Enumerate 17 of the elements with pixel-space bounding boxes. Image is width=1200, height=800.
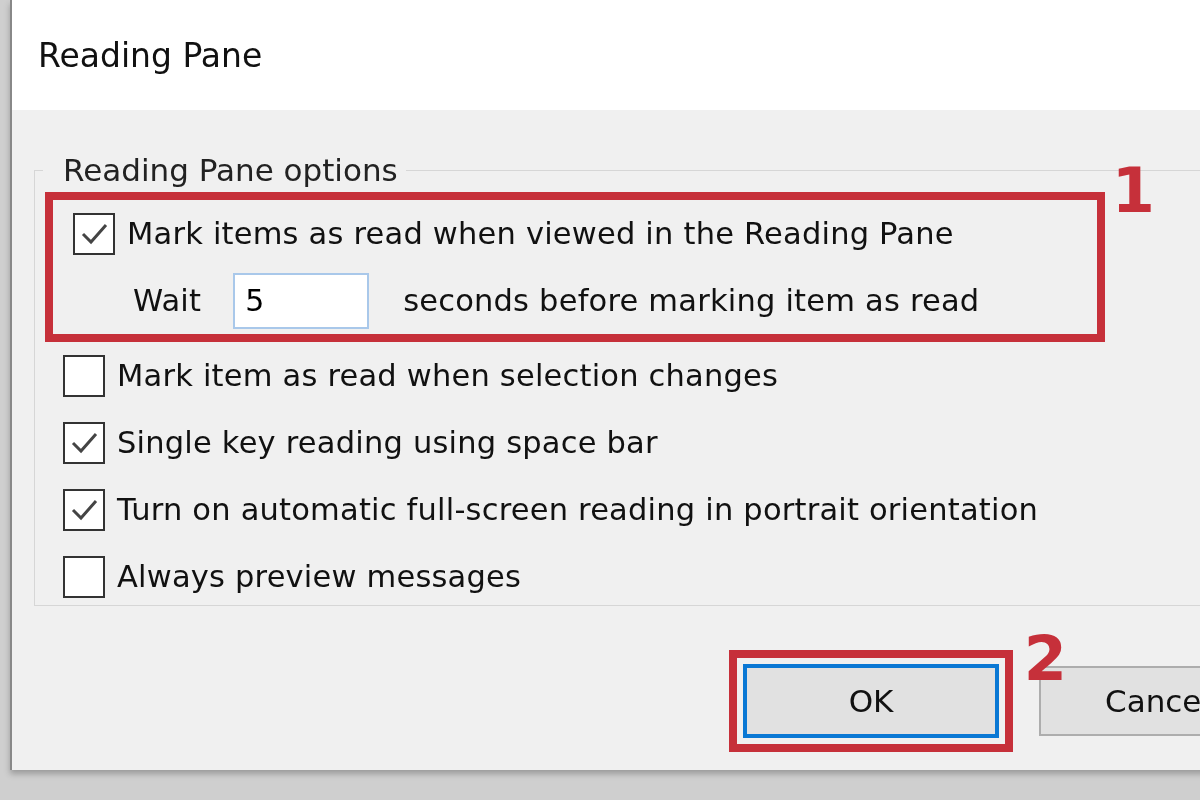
checkbox[interactable] [63,421,105,464]
option-label: Single key reading using space bar [117,425,658,460]
seconds-field[interactable]: 5 [233,272,370,329]
step-number: 1 [1111,160,1155,222]
ok-button[interactable]: OK [743,664,999,738]
seconds-label: seconds before marking item as read [403,283,980,318]
window-title: Reading Pane [38,35,263,75]
group-title: Reading Pane options [62,152,399,188]
option-label: Mark items as read when viewed in the Reading Pane [127,216,954,251]
option-label: Turn on automatic full-screen reading in portrait orientation [117,492,1039,527]
option-label: Mark item as read when selection changes [117,358,779,393]
checkbox[interactable] [63,488,105,531]
checkbox[interactable] [63,555,105,598]
checkbox[interactable] [63,354,105,397]
option-label: Always preview messages [117,559,522,594]
wait-label: Wait [133,283,202,318]
checkbox[interactable] [73,212,115,255]
